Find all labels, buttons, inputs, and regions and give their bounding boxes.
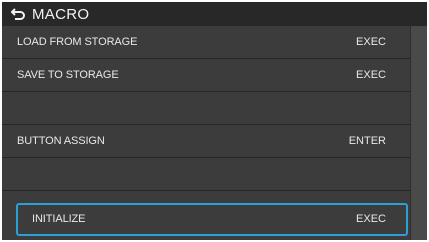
- menu-item-empty: [2, 92, 410, 125]
- menu-item-initialize[interactable]: INITIALIZE EXEC: [16, 203, 408, 236]
- menu-item-label: BUTTON ASSIGN: [17, 135, 105, 147]
- menu-item-button-assign[interactable]: BUTTON ASSIGN ENTER: [2, 125, 410, 158]
- macro-menu-list: LOAD FROM STORAGE EXEC SAVE TO STORAGE E…: [2, 26, 410, 240]
- menu-item-action: EXEC: [356, 213, 386, 225]
- menu-item-save-to-storage[interactable]: SAVE TO STORAGE EXEC: [2, 59, 410, 92]
- menu-item-label: INITIALIZE: [32, 213, 86, 225]
- title-bar: MACRO: [2, 2, 427, 26]
- menu-item-action: EXEC: [356, 69, 386, 81]
- page-title: MACRO: [32, 5, 90, 23]
- menu-item-label: LOAD FROM STORAGE: [17, 36, 138, 48]
- scrollbar[interactable]: [410, 26, 427, 240]
- menu-item-label: SAVE TO STORAGE: [17, 69, 119, 81]
- menu-item-empty: [2, 158, 410, 191]
- menu-item-load-from-storage[interactable]: LOAD FROM STORAGE EXEC: [2, 26, 410, 59]
- menu-item-action: ENTER: [348, 135, 386, 147]
- back-return-arrow-icon[interactable]: [10, 6, 26, 22]
- macro-screen: MACRO LOAD FROM STORAGE EXEC SAVE TO STO…: [2, 2, 427, 240]
- menu-item-action: EXEC: [356, 36, 386, 48]
